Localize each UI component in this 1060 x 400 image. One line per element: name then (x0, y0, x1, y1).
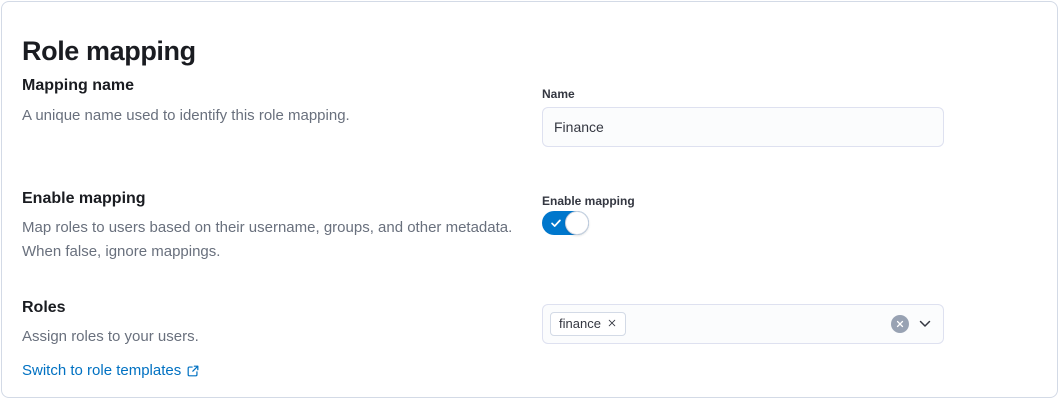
enable-mapping-heading: Enable mapping (22, 190, 146, 208)
remove-role-icon[interactable] (607, 318, 617, 330)
roles-description: Assign roles to your users. (22, 325, 530, 349)
name-field-label: Name (542, 87, 575, 101)
page-title: Role mapping (22, 36, 196, 67)
popout-icon (186, 364, 200, 378)
enable-mapping-toggle[interactable] (542, 211, 589, 235)
mapping-name-heading: Mapping name (22, 77, 134, 95)
switch-to-role-templates-link[interactable]: Switch to role templates (22, 362, 200, 379)
roles-combobox[interactable]: finance (542, 304, 944, 344)
name-input[interactable] (542, 107, 944, 147)
role-pill: finance (550, 312, 626, 336)
role-pill-label: finance (559, 316, 601, 332)
check-icon (549, 216, 563, 230)
mapping-name-description: A unique name used to identify this role… (22, 104, 530, 128)
enable-mapping-field-label: Enable mapping (542, 194, 635, 208)
chevron-down-icon[interactable] (917, 316, 933, 332)
cross-in-circle-icon (895, 319, 905, 329)
toggle-thumb (565, 211, 589, 235)
clear-selection-button[interactable] (891, 315, 909, 333)
role-mapping-panel: Role mapping Mapping name A unique name … (1, 1, 1058, 398)
roles-heading: Roles (22, 299, 66, 317)
switch-to-role-templates-label: Switch to role templates (22, 362, 181, 379)
enable-mapping-description: Map roles to users based on their userna… (22, 216, 530, 264)
